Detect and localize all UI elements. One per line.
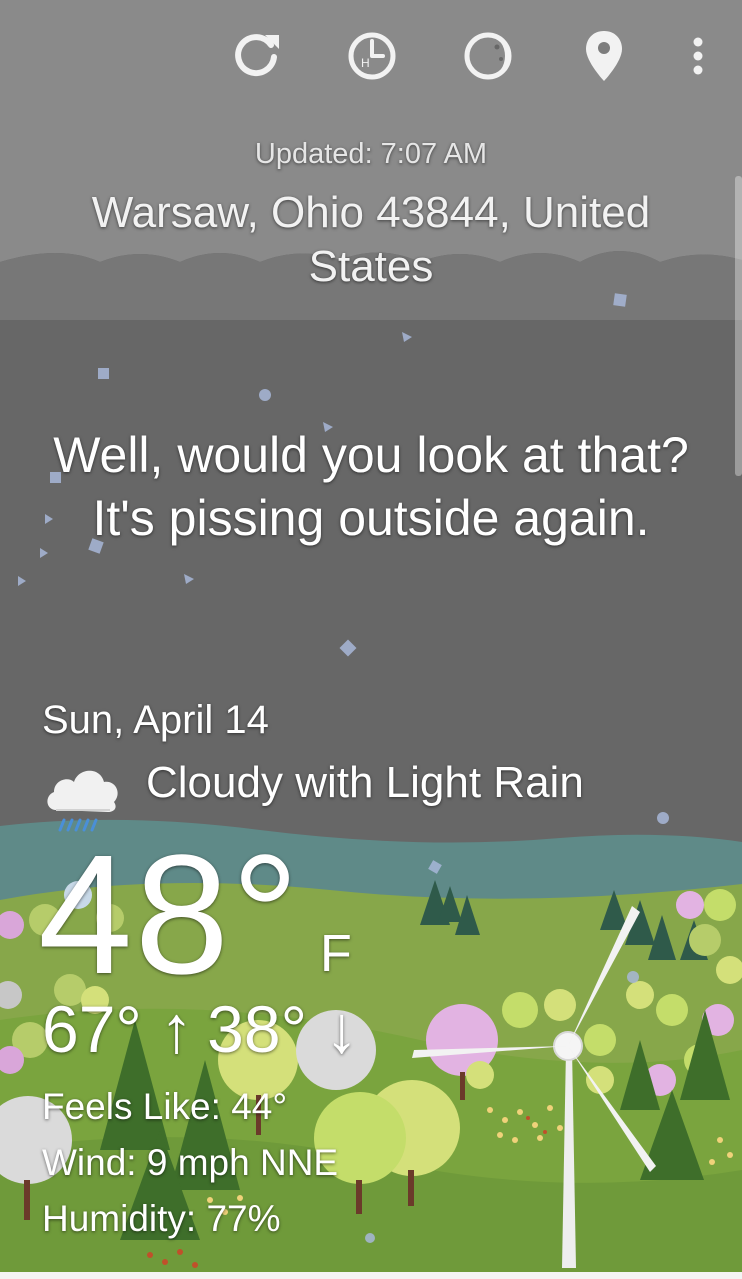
svg-text:H: H: [361, 56, 370, 70]
temperature-unit[interactable]: F: [320, 924, 352, 984]
scrollbar[interactable]: [735, 176, 742, 476]
location-label[interactable]: Warsaw, Ohio 43844, United States: [71, 186, 671, 294]
updated-time: Updated: 7:07 AM: [254, 138, 488, 170]
current-temperature: 48°: [38, 820, 302, 1010]
moon-phase-icon[interactable]: [458, 26, 518, 86]
forecast-date: Sun, April 14: [42, 698, 269, 742]
high-low-temperatures: 67° ↑ 38° ↓: [42, 990, 358, 1068]
location-pin-icon[interactable]: [574, 26, 634, 86]
more-vert-icon[interactable]: [670, 26, 726, 86]
low-temperature: 38° ↓: [207, 992, 359, 1066]
wind-speed: Wind: 9 mph NNE: [42, 1142, 339, 1183]
refresh-icon[interactable]: [226, 26, 286, 86]
hourly-clock-icon[interactable]: H: [342, 26, 402, 86]
condition-text: Cloudy with Light Rain: [146, 758, 584, 807]
weather-quip: Well, would you look at that? It's pissi…: [53, 427, 689, 546]
feels-like: Feels Like: 44°: [42, 1086, 288, 1127]
bottom-edge-bar: [0, 1272, 742, 1279]
high-temperature: 67° ↑: [42, 992, 194, 1066]
humidity: Humidity: 77%: [42, 1198, 281, 1239]
